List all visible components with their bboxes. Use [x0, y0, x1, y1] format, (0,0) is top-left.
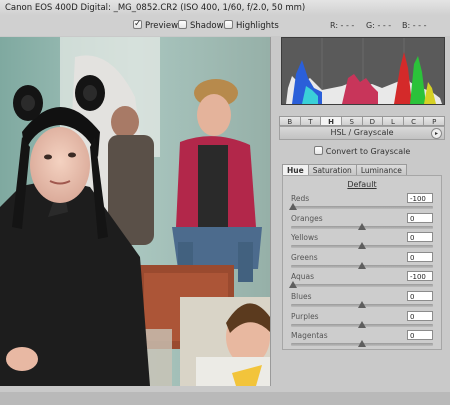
subtab-luminance[interactable]: Luminance	[355, 164, 407, 175]
slider-row-greens: Greens 0	[291, 251, 433, 273]
slider-label: Blues	[291, 292, 312, 301]
subtab-hue[interactable]: Hue	[282, 164, 309, 175]
slider-thumb[interactable]	[358, 222, 366, 230]
tab-c[interactable]: C	[403, 116, 425, 126]
hsl-sliders-box: Default Reds -100 Oranges 0 Yellows 0 Greens 0 A…	[282, 175, 442, 350]
readout-g: G: - - -	[366, 21, 392, 30]
slider-label: Greens	[291, 252, 318, 262]
adjustment-panel: BTHSDLCP HSL / Grayscale ▸ Convert to Gr…	[277, 37, 447, 397]
slider-value-field[interactable]: 0	[407, 232, 433, 243]
slider-row-blues: Blues 0	[291, 291, 433, 312]
slider-thumb[interactable]	[358, 320, 366, 328]
highlights-label: Highlights	[236, 21, 279, 31]
highlights-checkbox[interactable]: Highlights	[224, 20, 279, 32]
slider-thumb[interactable]	[289, 281, 297, 289]
histogram-graph	[282, 38, 444, 104]
shadows-label: Shadows	[190, 21, 228, 31]
slider-value-field[interactable]: 0	[407, 251, 433, 262]
slider-thumb[interactable]	[358, 301, 366, 308]
shadows-checkbox[interactable]: Shadows	[178, 20, 228, 32]
slider-row-purples: Purples 0	[291, 310, 433, 332]
hsl-subtabs: Hue Saturation Luminance	[282, 164, 442, 175]
slider-track[interactable]	[291, 284, 433, 288]
slider-value-field[interactable]: 0	[407, 310, 433, 321]
tab-d[interactable]: D	[362, 116, 384, 126]
slider-label: Purples	[291, 311, 319, 321]
tab-t[interactable]: T	[300, 116, 322, 126]
slider-track[interactable]	[291, 206, 433, 209]
preview-label: Preview	[145, 21, 179, 31]
slider-value-field[interactable]: 0	[407, 212, 433, 223]
checkbox-shadows-box[interactable]	[178, 20, 187, 29]
tab-l[interactable]: L	[383, 116, 404, 126]
panel-tabstrip: BTHSDLCP	[279, 116, 445, 126]
convert-grayscale-label: Convert to Grayscale	[325, 147, 411, 156]
section-title: HSL / Grayscale	[330, 128, 394, 137]
slider-row-oranges: Oranges 0	[291, 212, 433, 234]
slider-thumb[interactable]	[289, 203, 297, 210]
slider-thumb[interactable]	[358, 242, 366, 250]
preview-checkbox[interactable]: Preview	[133, 18, 179, 32]
default-link[interactable]: Default	[283, 180, 441, 189]
image-preview[interactable]	[0, 37, 271, 386]
slider-label: Magentas	[291, 331, 328, 341]
options-bar: Preview Shadows Highlights R: - - - G: -…	[0, 16, 450, 36]
slider-row-yellows: Yellows 0	[291, 232, 433, 253]
section-header: HSL / Grayscale ▸	[279, 126, 445, 140]
slider-row-aquas: Aquas -100	[289, 271, 433, 292]
panel-menu-icon[interactable]: ▸	[431, 128, 442, 139]
checkbox-preview-box[interactable]	[133, 18, 142, 30]
slider-label: Yellows	[291, 233, 318, 243]
checkbox-highlights-box[interactable]	[224, 20, 233, 29]
bottom-strip	[0, 392, 450, 405]
subtab-saturation[interactable]: Saturation	[307, 164, 357, 175]
slider-label: Oranges	[291, 213, 323, 223]
slider-value-field[interactable]: -100	[407, 271, 433, 282]
tab-p[interactable]: P	[424, 116, 445, 126]
tab-h[interactable]: H	[321, 116, 342, 126]
window-title: Canon EOS 400D Digital: _MG_0852.CR2 (IS…	[0, 0, 450, 16]
slider-row-reds: Reds -100	[289, 193, 433, 214]
slider-thumb[interactable]	[358, 261, 366, 269]
slider-label: Reds	[291, 194, 310, 203]
readout-b: B: - - -	[402, 21, 427, 30]
slider-value-field[interactable]: 0	[407, 291, 433, 301]
slider-value-field[interactable]: 0	[407, 330, 433, 341]
tab-s[interactable]: S	[341, 116, 363, 126]
slider-value-field[interactable]: -100	[407, 193, 433, 203]
convert-grayscale-box[interactable]	[313, 146, 323, 155]
slider-label: Aquas	[291, 272, 315, 282]
histogram	[281, 37, 445, 105]
preview-photo	[0, 37, 270, 386]
slider-row-magentas: Magentas 0	[291, 330, 433, 351]
tab-b[interactable]: B	[279, 116, 301, 126]
slider-thumb[interactable]	[358, 340, 366, 348]
convert-grayscale-checkbox[interactable]: Convert to Grayscale	[277, 146, 447, 156]
readout-r: R: - - -	[330, 21, 355, 30]
